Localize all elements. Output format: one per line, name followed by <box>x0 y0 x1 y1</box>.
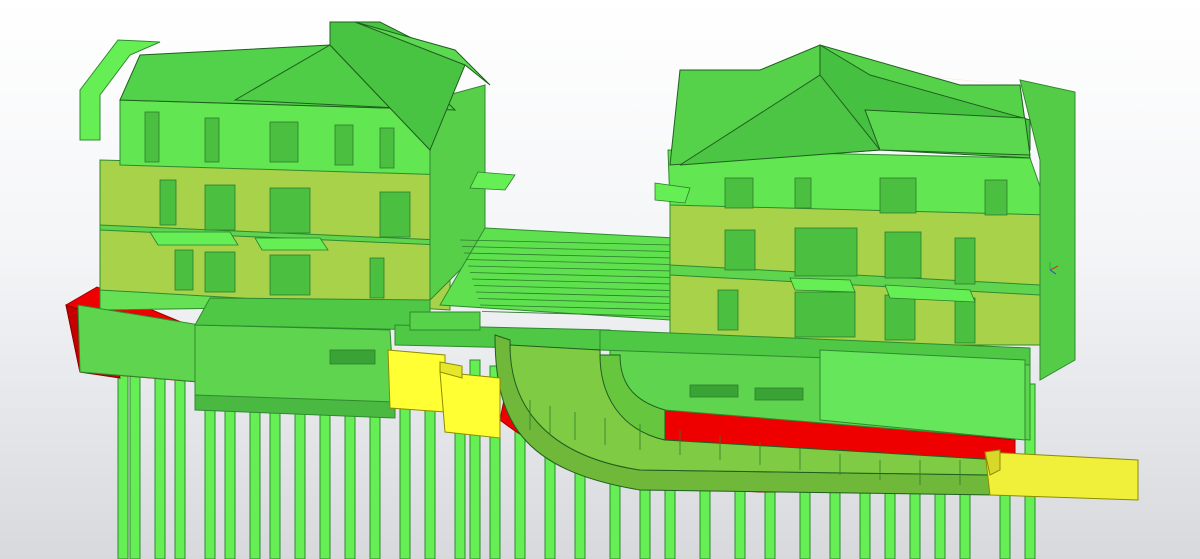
3d-model-viewport[interactable] <box>0 0 1200 559</box>
right-building <box>654 44 1076 381</box>
pile <box>117 359 129 559</box>
pile <box>174 377 186 559</box>
pile <box>154 371 166 559</box>
pile <box>129 365 141 559</box>
building-model-render[interactable] <box>0 0 1200 559</box>
